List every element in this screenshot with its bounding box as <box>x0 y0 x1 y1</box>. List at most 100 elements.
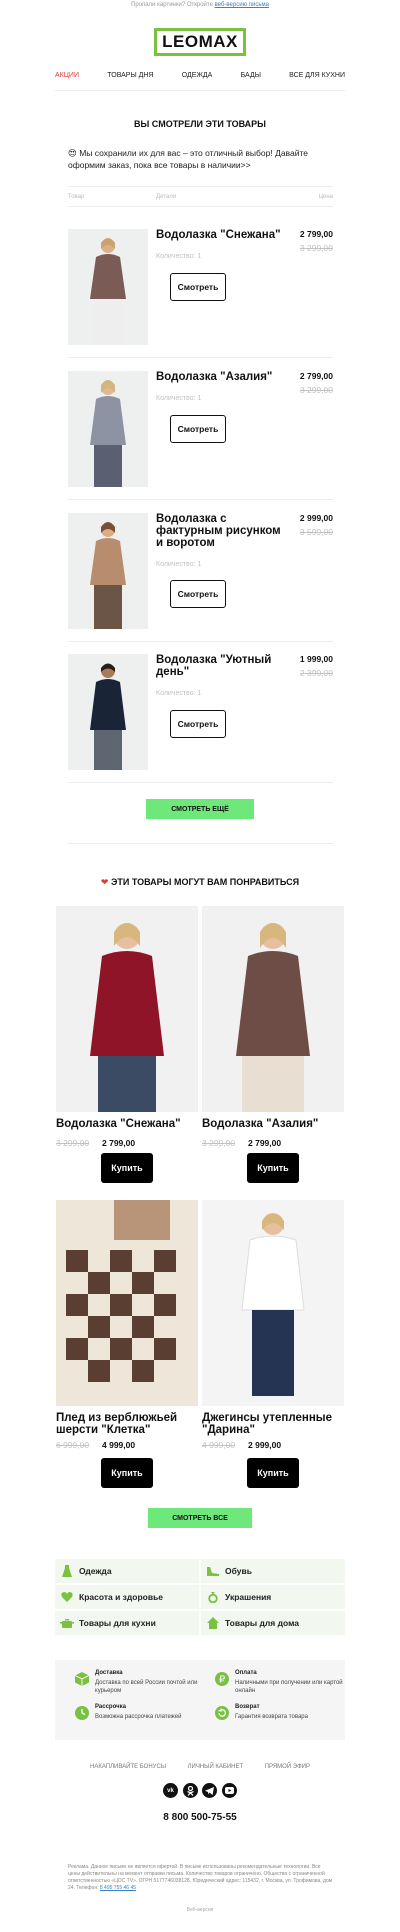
house-icon <box>201 1617 225 1629</box>
web-version-link[interactable]: веб-версию письма <box>215 2 269 8</box>
recommend-card: Водолазка "Азалия" 3 299,00 2 799,00 Куп… <box>202 906 344 1206</box>
product-name[interactable]: Водолазка "Уютный день" <box>156 654 284 678</box>
bonus-link[interactable]: НАКАПЛИВАЙТЕ БОНУСЫ <box>90 1764 166 1770</box>
product-old-price: 3 299,00 <box>56 1138 90 1148</box>
divider <box>68 782 333 783</box>
product-name[interactable]: Джегинсы утепленные "Дарина" <box>202 1412 344 1436</box>
product-quantity: Количество: 1 <box>156 561 202 568</box>
buy-button[interactable]: Купить <box>101 1153 153 1183</box>
nav-item-supplements[interactable]: БАДЫ <box>241 72 261 79</box>
product-quantity: Количество: 1 <box>156 253 202 260</box>
product-quantity: Количество: 1 <box>156 395 202 402</box>
product-old-price: 3 299,00 <box>299 243 333 253</box>
viewed-item: Водолазка "Азалия" 2 799,00 3 299,00 Кол… <box>68 371 333 489</box>
heart-icon: ❤ <box>100 877 109 887</box>
category-label: Товары для кухни <box>79 1618 156 1628</box>
top-nav: АКЦИИ ТОВАРЫ ДНЯ ОДЕЖДА БАДЫ ВСЕ ДЛЯ КУХ… <box>55 72 345 79</box>
phone-number[interactable]: 8 800 500-75-55 <box>0 1812 400 1823</box>
header-details: Детали <box>156 194 177 200</box>
product-name[interactable]: Водолазка "Азалия" <box>202 1118 344 1130</box>
product-photo[interactable] <box>56 906 198 1112</box>
product-photo[interactable] <box>202 906 344 1112</box>
nav-item-deals[interactable]: ТОВАРЫ ДНЯ <box>107 72 153 79</box>
product-photo[interactable] <box>202 1200 344 1406</box>
recommend-card: Плед из верблюжьей шерсти "Клетка" 6 999… <box>56 1200 198 1500</box>
product-price: 2 799,00 <box>299 371 333 381</box>
nav-item-clothes[interactable]: ОДЕЖДА <box>182 72 213 79</box>
viewed-table-header: Товар Детали Цена <box>68 194 333 200</box>
category-kitchen[interactable]: Товары для кухни <box>55 1611 199 1635</box>
see-all-button[interactable]: СМОТРЕТЬ ВСЕ <box>148 1508 252 1528</box>
view-button[interactable]: Смотреть <box>170 710 226 738</box>
view-button[interactable]: Смотреть <box>170 415 226 443</box>
product-name[interactable]: Водолазка с фактурным рисунком и воротом <box>156 513 284 549</box>
buy-button[interactable]: Купить <box>247 1153 299 1183</box>
product-photo[interactable] <box>68 371 148 487</box>
view-button[interactable]: Смотреть <box>170 580 226 608</box>
viewed-title: ВЫ СМОТРЕЛИ ЭТИ ТОВАРЫ <box>134 119 266 129</box>
box-icon <box>74 1672 90 1686</box>
product-old-price: 6 999,00 <box>56 1440 90 1450</box>
category-label: Украшения <box>225 1592 272 1602</box>
product-price: 2 799,00 <box>102 1138 136 1148</box>
preheader: Пропали картинки? Откройте веб-версию пи… <box>0 2 400 8</box>
viewed-item: Водолазка с фактурным рисунком и воротом… <box>68 513 333 631</box>
category-shoes[interactable]: Обувь <box>201 1559 345 1583</box>
viewed-item: Водолазка "Уютный день" 1 999,00 2 399,0… <box>68 654 333 772</box>
telegram-icon[interactable] <box>202 1783 218 1798</box>
product-name[interactable]: Водолазка "Азалия" <box>156 371 284 383</box>
divider <box>68 206 333 207</box>
info-title: Рассрочка <box>95 1704 126 1710</box>
info-title: Возврат <box>235 1704 260 1710</box>
svg-text:₽: ₽ <box>219 1675 226 1686</box>
divider <box>55 90 345 91</box>
product-photo[interactable] <box>68 654 148 770</box>
product-photo[interactable] <box>56 1200 198 1406</box>
nav-item-kitchen[interactable]: ВСЕ ДЛЯ КУХНИ <box>289 72 345 79</box>
buy-button[interactable]: Купить <box>101 1458 153 1488</box>
info-title: Оплата <box>235 1670 257 1676</box>
product-price: 4 999,00 <box>102 1440 136 1450</box>
legal-phone-link[interactable]: 8 495 755 46 45 <box>100 1885 136 1891</box>
product-quantity: Количество: 1 <box>156 690 202 697</box>
shoe-icon <box>201 1565 225 1577</box>
divider <box>68 186 333 187</box>
account-link[interactable]: ЛИЧНЫЙ КАБИНЕТ <box>188 1764 244 1770</box>
category-label: Обувь <box>225 1566 252 1576</box>
divider <box>68 499 333 500</box>
recommend-card: Водолазка "Снежана" 3 299,00 2 799,00 Ку… <box>56 906 198 1206</box>
product-old-price: 3 299,00 <box>299 385 333 395</box>
ok-icon[interactable] <box>182 1783 198 1798</box>
product-photo[interactable] <box>68 229 148 345</box>
nav-item-promo[interactable]: АКЦИИ <box>55 72 79 79</box>
clock-icon <box>75 1706 89 1720</box>
category-beauty-health[interactable]: Красота и здоровье <box>55 1585 199 1609</box>
product-price: 2 999,00 <box>299 513 333 523</box>
leomax-logo[interactable]: LEOMAX <box>154 28 246 56</box>
product-name[interactable]: Водолазка "Снежана" <box>156 229 284 241</box>
product-name[interactable]: Плед из верблюжьей шерсти "Клетка" <box>56 1412 198 1436</box>
dress-icon <box>55 1565 79 1577</box>
divider <box>68 357 333 358</box>
vk-icon[interactable]: vk <box>163 1783 178 1798</box>
product-price: 2 999,00 <box>248 1440 282 1450</box>
category-home[interactable]: Товары для дома <box>201 1611 345 1635</box>
see-more-button[interactable]: СМОТРЕТЬ ЕЩЁ <box>146 799 254 819</box>
view-button[interactable]: Смотреть <box>170 273 226 301</box>
divider <box>68 843 333 844</box>
legal-text: Реклама. Данное письмо не является оферт… <box>68 1864 333 1892</box>
buy-button[interactable]: Купить <box>247 1458 299 1488</box>
info-text: Наличными при получении или картой онлай… <box>235 1680 343 1694</box>
product-name[interactable]: Водолазка "Снежана" <box>56 1118 198 1130</box>
product-photo[interactable] <box>68 513 148 629</box>
footer-web-version[interactable]: Веб-версия <box>0 1907 400 1913</box>
ruble-icon: ₽ <box>215 1672 229 1686</box>
info-text: Доставка по всей России почтой или курье… <box>95 1680 198 1694</box>
product-old-price: 4 999,00 <box>202 1440 236 1450</box>
category-label: Красота и здоровье <box>79 1592 164 1602</box>
category-jewelry[interactable]: Украшения <box>201 1585 345 1609</box>
category-clothes[interactable]: Одежда <box>55 1559 199 1583</box>
category-label: Товары для дома <box>225 1618 299 1628</box>
live-link[interactable]: ПРЯМОЙ ЭФИР <box>265 1764 310 1770</box>
youtube-icon[interactable] <box>221 1783 237 1798</box>
